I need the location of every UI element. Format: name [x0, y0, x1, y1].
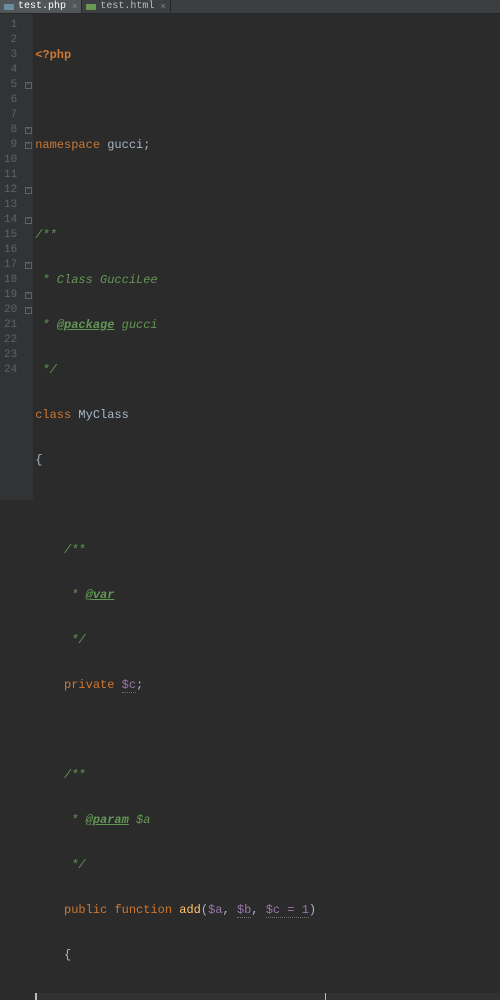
close-icon[interactable]: ×	[72, 2, 77, 12]
tab-bar: test.php × test.html ×	[0, 0, 500, 14]
text-cursor-icon	[325, 993, 326, 1000]
fold-toggle[interactable]: -	[25, 217, 32, 224]
fold-column[interactable]: - - - - - - - -	[23, 14, 33, 500]
php-file-icon	[4, 2, 14, 12]
fold-toggle[interactable]: -	[25, 142, 32, 149]
tab-label: test.html	[100, 1, 154, 12]
code-area[interactable]: <?php namespace gucci; /** * Class Gucci…	[33, 14, 500, 500]
tab-label: test.php	[18, 1, 66, 12]
function-add: add	[179, 903, 201, 917]
tab-test-php[interactable]: test.php ×	[0, 0, 82, 13]
fold-toggle[interactable]: -	[25, 262, 32, 269]
fold-toggle[interactable]: -	[25, 82, 32, 89]
fold-toggle[interactable]: -	[25, 127, 32, 134]
gutter: 123456789101112131415161718192021222324	[0, 14, 23, 500]
fold-toggle[interactable]: -	[25, 307, 32, 314]
current-line	[35, 993, 500, 1000]
close-icon[interactable]: ×	[160, 2, 165, 12]
html-file-icon	[86, 2, 96, 12]
tab-test-html[interactable]: test.html ×	[82, 0, 170, 13]
fold-toggle[interactable]: -	[25, 187, 32, 194]
caret	[35, 993, 37, 1000]
variable-c: $c	[122, 678, 136, 693]
editor[interactable]: 123456789101112131415161718192021222324 …	[0, 14, 500, 500]
fold-toggle[interactable]: -	[25, 292, 32, 299]
php-open-tag: <?php	[35, 48, 71, 62]
